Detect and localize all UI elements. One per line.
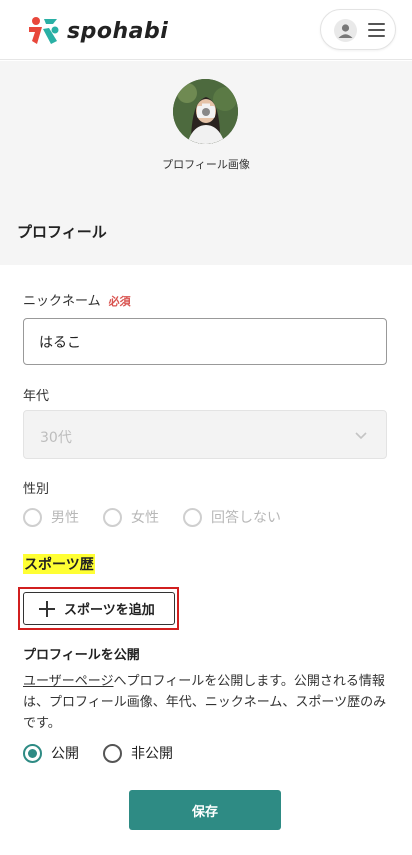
radio-circle[interactable] xyxy=(103,507,122,527)
required-badge: 必須 xyxy=(108,295,131,308)
radio-circle[interactable] xyxy=(183,507,202,527)
age-select[interactable]: 30代 xyxy=(23,410,387,459)
publish-radio-group: 公開 非公開 xyxy=(23,743,197,763)
age-select-value: 30代 xyxy=(40,430,72,446)
radio-label: 非公開 xyxy=(131,746,173,762)
radio-label: 回答しない xyxy=(211,510,281,526)
user-icon xyxy=(334,19,357,42)
nickname-label: ニックネーム 必須 xyxy=(23,290,131,309)
gender-label: 性別 xyxy=(23,482,50,497)
chevron-down-icon xyxy=(355,432,367,440)
nickname-label-text: ニックネーム xyxy=(23,294,101,309)
user-page-link[interactable]: ユーザーページ xyxy=(23,674,113,689)
radio-circle[interactable] xyxy=(103,743,122,763)
gender-option-female[interactable]: 女性 xyxy=(103,507,159,527)
radio-label: 女性 xyxy=(131,510,159,526)
plus-icon xyxy=(39,600,55,617)
gender-option-male[interactable]: 男性 xyxy=(23,507,79,527)
publish-option-private[interactable]: 非公開 xyxy=(103,743,173,763)
account-menu-button[interactable] xyxy=(320,9,396,50)
save-button[interactable]: 保存 xyxy=(129,790,281,830)
hamburger-menu-icon xyxy=(368,23,385,37)
profile-form: ニックネーム必須 年代 30代 性別 男性 女性 回答しない スポーツ歴 スポー… xyxy=(0,265,412,855)
radio-circle[interactable] xyxy=(23,743,42,763)
profile-header-section: プロフィール画像 プロフィール xyxy=(0,61,412,265)
app-header: spohabi xyxy=(0,0,412,60)
radio-label: 男性 xyxy=(51,510,79,526)
profile-photo-caption: プロフィール画像 xyxy=(162,158,250,171)
section-title: プロフィール xyxy=(17,223,107,241)
add-sport-label: スポーツを追加 xyxy=(64,603,155,618)
spohabi-logo-icon xyxy=(29,17,59,44)
publish-option-public[interactable]: 公開 xyxy=(23,743,79,763)
profile-photo[interactable] xyxy=(173,79,238,144)
sports-history-title: スポーツ歴 xyxy=(23,554,95,574)
age-label: 年代 xyxy=(23,389,50,404)
radio-circle[interactable] xyxy=(23,507,42,527)
radio-label: 公開 xyxy=(51,746,79,762)
add-sport-button[interactable]: スポーツを追加 xyxy=(23,592,175,625)
brand-name: spohabi xyxy=(67,18,169,44)
logo[interactable]: spohabi xyxy=(27,15,168,47)
publish-title: プロフィールを公開 xyxy=(23,648,140,663)
gender-option-no-answer[interactable]: 回答しない xyxy=(183,507,281,527)
gender-radio-group: 男性 女性 回答しない xyxy=(23,507,305,527)
nickname-input[interactable] xyxy=(23,318,387,365)
publish-description: ユーザーページへプロフィールを公開します。公開される情報は、プロフィール画像、年… xyxy=(23,671,393,734)
